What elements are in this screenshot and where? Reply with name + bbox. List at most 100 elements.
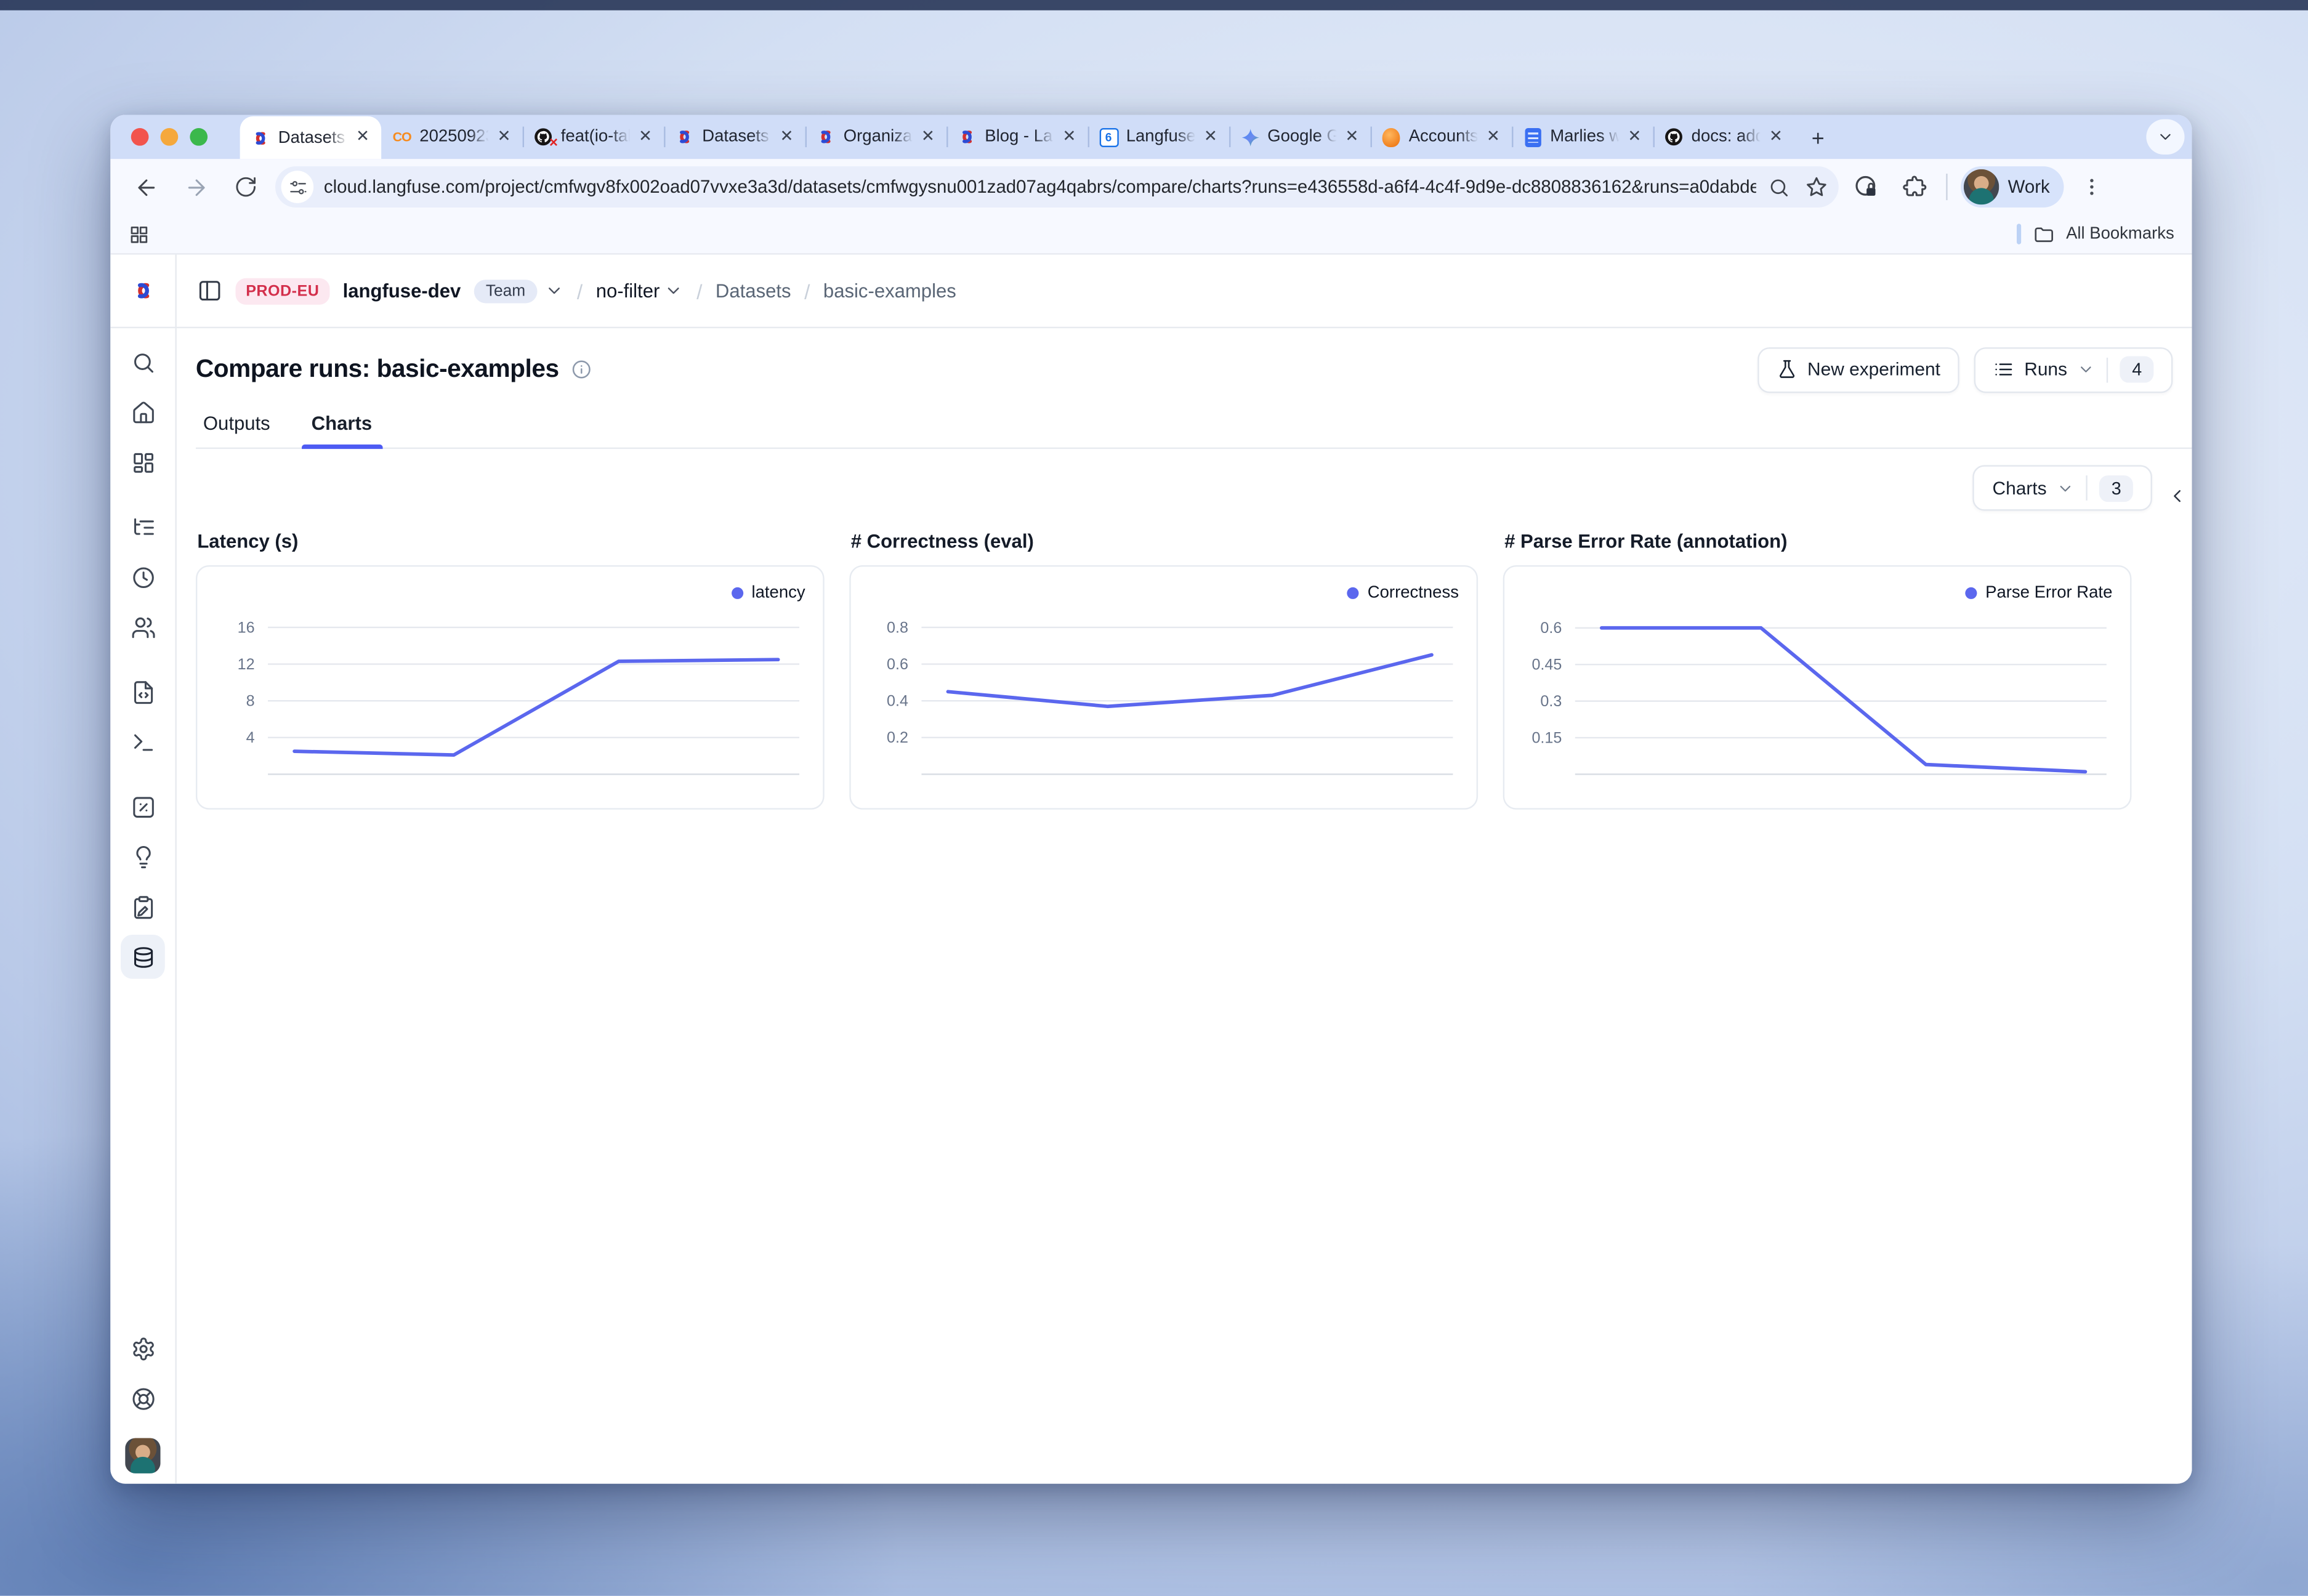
tab-title: 20250923 bbox=[419, 128, 488, 146]
close-tab-icon[interactable]: ✕ bbox=[1344, 127, 1360, 147]
search-icon[interactable] bbox=[121, 340, 165, 384]
chart-block: # Correctness (eval)Correctness0.80.60.4… bbox=[849, 530, 1478, 810]
new-tab-button[interactable]: + bbox=[1801, 121, 1836, 156]
line-chart-plot: 0.80.60.40.2 bbox=[868, 610, 1459, 789]
langfuse-app: PROD-EU langfuse-dev Team / no-filter / … bbox=[110, 255, 2192, 1484]
browser-tab[interactable]: 6Langfuse -✕ bbox=[1088, 115, 1229, 159]
tab-title: Datasets | L bbox=[278, 129, 347, 147]
breadcrumb-datasets-link[interactable]: Datasets bbox=[716, 280, 791, 302]
evals-icon[interactable] bbox=[121, 834, 165, 879]
browser-menu-icon[interactable] bbox=[2073, 168, 2112, 206]
close-tab-icon[interactable]: ✕ bbox=[496, 127, 512, 147]
zoom-page-icon[interactable] bbox=[1762, 171, 1794, 203]
langfuse-favicon-icon bbox=[674, 127, 695, 147]
user-avatar[interactable] bbox=[125, 1438, 160, 1473]
project-selector[interactable]: no-filter bbox=[596, 280, 684, 302]
page-tabs: Outputs Charts bbox=[196, 405, 2192, 449]
browser-profile-chip[interactable]: Work bbox=[1961, 166, 2064, 208]
settings-icon[interactable] bbox=[121, 1326, 165, 1371]
langfuse-favicon-icon bbox=[250, 127, 270, 148]
password-manager-icon[interactable] bbox=[1847, 168, 1886, 206]
url-text[interactable]: cloud.langfuse.com/project/cmfwgv8fx002o… bbox=[320, 177, 1756, 197]
browser-tab-strip: Datasets | L✕CO20250923✕×feat(io-tab✕Dat… bbox=[110, 115, 2192, 159]
support-icon[interactable] bbox=[121, 1376, 165, 1421]
site-settings-icon[interactable] bbox=[281, 171, 314, 203]
legend-dot-icon bbox=[1347, 587, 1358, 599]
apps-grid-icon[interactable] bbox=[128, 223, 150, 245]
dashboards-icon[interactable] bbox=[121, 440, 165, 485]
minimize-window-button[interactable] bbox=[161, 128, 179, 146]
close-window-button[interactable] bbox=[131, 128, 149, 146]
back-icon[interactable] bbox=[125, 166, 166, 208]
close-tab-icon[interactable]: ✕ bbox=[637, 127, 654, 147]
datasets-icon[interactable] bbox=[121, 935, 165, 979]
sidebar-toggle-icon[interactable] bbox=[197, 278, 222, 304]
browser-tab[interactable]: Google Ge ✕ bbox=[1229, 115, 1370, 159]
sidebar-bottom bbox=[110, 1326, 175, 1473]
tab-title: Datasets | L bbox=[702, 128, 771, 146]
tracing-icon[interactable] bbox=[121, 505, 165, 549]
url-bar[interactable]: cloud.langfuse.com/project/cmfwgv8fx002o… bbox=[275, 166, 1839, 208]
bookmark-star-icon[interactable] bbox=[1801, 171, 1833, 203]
org-chevron-icon[interactable] bbox=[544, 281, 563, 300]
annotation-icon[interactable] bbox=[121, 885, 165, 929]
tab-title: Organizatio bbox=[844, 128, 913, 146]
browser-tab[interactable]: CO 20250923 ✕ bbox=[381, 115, 522, 159]
close-tab-icon[interactable]: ✕ bbox=[1061, 127, 1078, 147]
close-tab-icon[interactable]: ✕ bbox=[1203, 127, 1219, 147]
info-icon[interactable] bbox=[571, 359, 591, 379]
charts-filter-button[interactable]: Charts 3 bbox=[1973, 465, 2152, 510]
browser-tab[interactable]: Datasets | L ✕ bbox=[664, 115, 805, 159]
refresh-icon[interactable] bbox=[225, 166, 267, 208]
environment-badge[interactable]: PROD-EU bbox=[235, 278, 329, 304]
tab-search-chevron-icon[interactable] bbox=[2146, 119, 2184, 155]
chart-card: Parse Error Rate0.60.450.30.15 bbox=[1503, 565, 2132, 810]
close-tab-icon[interactable]: ✕ bbox=[778, 127, 795, 147]
tab-title: Accounts | bbox=[1409, 128, 1478, 146]
profile-name: Work bbox=[2008, 177, 2050, 197]
close-tab-icon[interactable]: ✕ bbox=[1626, 127, 1643, 147]
maximize-window-button[interactable] bbox=[190, 128, 208, 146]
browser-tab[interactable]: Blog - Lang✕ bbox=[946, 115, 1087, 159]
tab-title: feat(io-tab bbox=[561, 128, 630, 146]
all-bookmarks-folder-icon[interactable] bbox=[2032, 223, 2054, 245]
all-bookmarks-label[interactable]: All Bookmarks bbox=[2066, 225, 2174, 243]
tab-outputs[interactable]: Outputs bbox=[199, 405, 275, 447]
legend-label: latency bbox=[751, 584, 805, 602]
tab-charts[interactable]: Charts bbox=[307, 405, 376, 447]
langfuse-logo[interactable] bbox=[110, 255, 177, 329]
tab-title: docs: add bbox=[1692, 128, 1761, 146]
browser-tab[interactable]: Datasets | L ✕ bbox=[240, 116, 381, 159]
prompts-icon[interactable] bbox=[121, 670, 165, 714]
org-name[interactable]: langfuse-dev bbox=[343, 280, 461, 302]
users-icon[interactable] bbox=[121, 605, 165, 649]
close-tab-icon[interactable]: ✕ bbox=[920, 127, 937, 147]
home-icon[interactable] bbox=[121, 390, 165, 434]
org-type-badge: Team bbox=[474, 279, 538, 302]
browser-tab[interactable]: Organizatio ✕ bbox=[805, 115, 946, 159]
sessions-icon[interactable] bbox=[121, 555, 165, 599]
new-experiment-button[interactable]: New experiment bbox=[1757, 347, 1959, 392]
close-tab-icon[interactable]: ✕ bbox=[1767, 127, 1784, 147]
co-favicon-icon: CO bbox=[392, 127, 412, 147]
forward-icon[interactable] bbox=[175, 166, 216, 208]
breadcrumb-dataset-name[interactable]: basic-examples bbox=[823, 280, 956, 302]
extensions-icon[interactable] bbox=[1895, 168, 1933, 206]
browser-tab[interactable]: docs: add ✕ bbox=[1653, 115, 1794, 159]
collapse-panel-icon[interactable] bbox=[2167, 486, 2187, 506]
scores-icon[interactable] bbox=[121, 784, 165, 829]
close-tab-icon[interactable]: ✕ bbox=[1485, 127, 1501, 147]
screen: Datasets | L✕CO20250923✕×feat(io-tab✕Dat… bbox=[0, 0, 2308, 1595]
runs-button[interactable]: Runs 4 bbox=[1974, 347, 2173, 392]
playground-icon[interactable] bbox=[121, 720, 165, 764]
project-name: no-filter bbox=[596, 280, 660, 302]
tab-title: Google Ge bbox=[1267, 128, 1336, 146]
browser-tab[interactable]: Marlies we✕ bbox=[1512, 115, 1653, 159]
y-axis-tick-label: 0.15 bbox=[1531, 729, 1562, 746]
tab-title: Langfuse - bbox=[1126, 128, 1195, 146]
browser-toolbar: cloud.langfuse.com/project/cmfwgv8fx002o… bbox=[110, 159, 2192, 215]
close-tab-icon[interactable]: ✕ bbox=[355, 128, 371, 147]
browser-tab[interactable]: Accounts | ✕ bbox=[1371, 115, 1512, 159]
browser-tab[interactable]: ×feat(io-tab✕ bbox=[523, 115, 664, 159]
browser-tabs: Datasets | L✕CO20250923✕×feat(io-tab✕Dat… bbox=[240, 115, 1794, 159]
